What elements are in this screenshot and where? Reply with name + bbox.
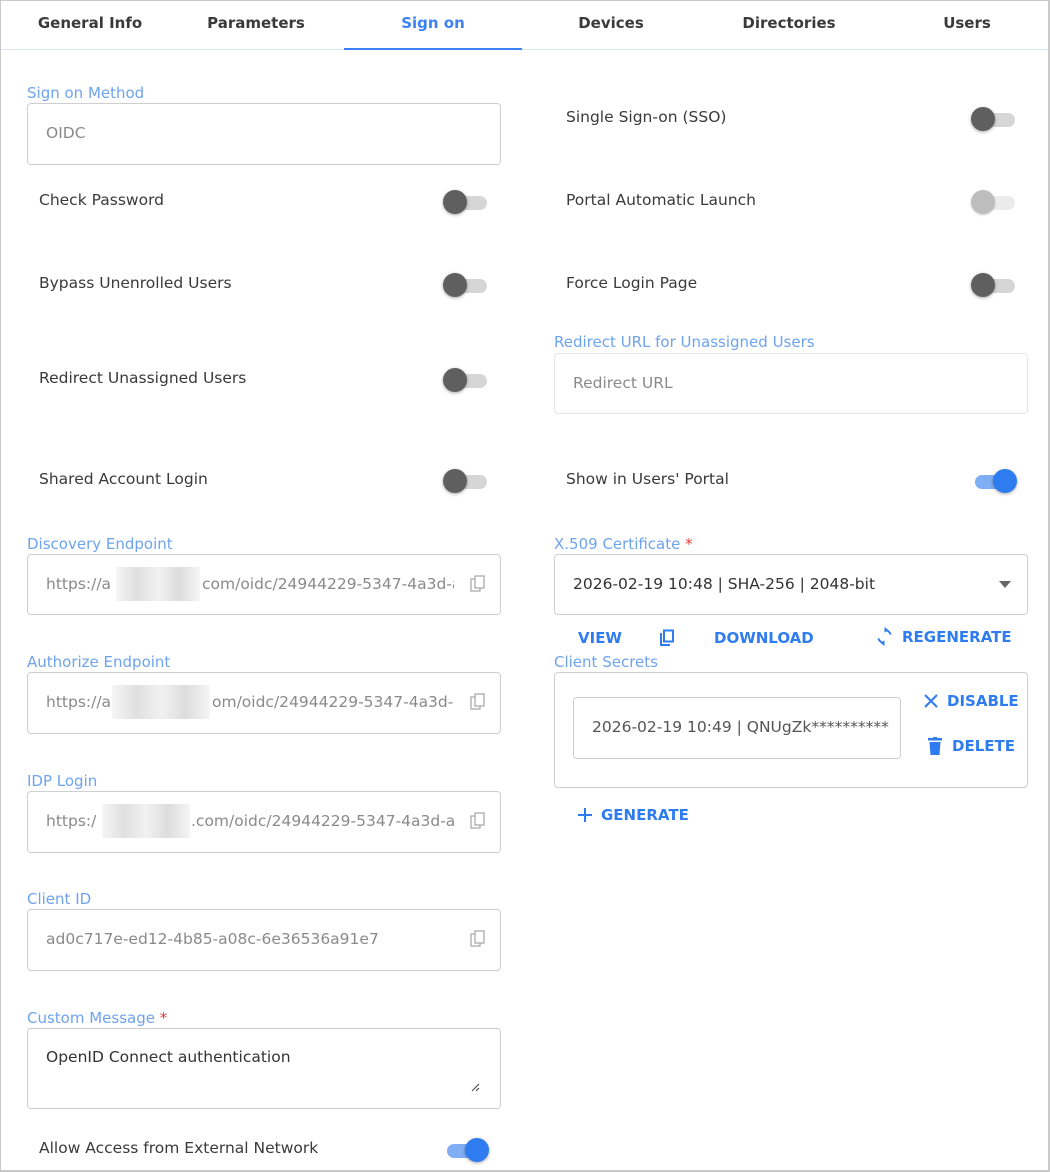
tab-directories[interactable]: Directories: [700, 0, 878, 50]
sign-on-method-field[interactable]: OIDC: [27, 103, 501, 165]
copy-icon[interactable]: [659, 629, 675, 647]
authorize-endpoint-prefix: https://a: [46, 693, 112, 711]
delete-label: DELETE: [952, 737, 1015, 755]
required-mark: *: [159, 1009, 168, 1027]
view-certificate-button[interactable]: VIEW: [578, 629, 622, 647]
portal-auto-launch-label: Portal Automatic Launch: [566, 191, 757, 209]
tab-users[interactable]: Users: [878, 0, 1050, 50]
shared-account-login-toggle[interactable]: [443, 467, 487, 493]
tab-devices[interactable]: Devices: [522, 0, 700, 50]
show-in-portal-label: Show in Users' Portal: [566, 470, 729, 488]
close-icon: [924, 694, 938, 708]
idp-login-prefix: https:/: [46, 812, 97, 830]
custom-message-textarea[interactable]: OpenID Connect authentication: [27, 1028, 501, 1109]
certificate-label-text: X.509 Certificate: [554, 535, 681, 553]
force-login-page-toggle[interactable]: [971, 271, 1015, 297]
disable-secret-button[interactable]: DISABLE: [923, 692, 1019, 710]
sso-toggle[interactable]: [971, 105, 1015, 131]
required-mark: *: [685, 535, 693, 553]
plus-icon: [578, 808, 592, 822]
redirect-url-placeholder: Redirect URL: [573, 374, 673, 392]
generate-secret-button[interactable]: GENERATE: [577, 806, 689, 824]
discovery-endpoint-prefix: https://a: [46, 575, 112, 593]
allow-external-toggle[interactable]: [443, 1136, 489, 1162]
sso-label: Single Sign-on (SSO): [566, 108, 727, 126]
custom-message-label: Custom Message *: [27, 1009, 167, 1027]
idp-login-field[interactable]: https:/ .com/oidc/24944229-5347-4a3d-a3: [27, 791, 501, 853]
tab-bar: General Info Parameters Sign on Devices …: [1, 0, 1047, 50]
copy-icon[interactable]: [470, 693, 486, 711]
redacted-region: [116, 567, 200, 601]
idp-login-suffix: .com/oidc/24944229-5347-4a3d-a3: [191, 812, 454, 830]
resize-handle-icon[interactable]: [470, 1082, 480, 1092]
client-secrets-label: Client Secrets: [554, 653, 658, 671]
trash-icon: [928, 737, 942, 755]
redacted-region: [102, 804, 190, 838]
discovery-endpoint-label: Discovery Endpoint: [27, 535, 173, 553]
authorize-endpoint-suffix: om/oidc/24944229-5347-4a3d-a3: [212, 693, 454, 711]
regenerate-certificate-button[interactable]: REGENERATE: [875, 627, 1012, 646]
client-id-field[interactable]: ad0c717e-ed12-4b85-a08c-6e36536a91e7: [27, 909, 501, 971]
copy-icon[interactable]: [470, 575, 486, 593]
bypass-unenrolled-toggle[interactable]: [443, 271, 487, 297]
custom-message-label-text: Custom Message: [27, 1009, 155, 1027]
redirect-url-label: Redirect URL for Unassigned Users: [554, 333, 815, 351]
download-certificate-button[interactable]: DOWNLOAD: [714, 629, 814, 647]
redirect-url-field[interactable]: Redirect URL: [554, 353, 1028, 414]
discovery-endpoint-field[interactable]: https://a com/oidc/24944229-5347-4a3d-a3: [27, 554, 501, 615]
authorize-endpoint-label: Authorize Endpoint: [27, 653, 171, 671]
delete-secret-button[interactable]: DELETE: [928, 737, 1015, 755]
disable-label: DISABLE: [947, 692, 1019, 710]
sign-on-method-label: Sign on Method: [27, 84, 145, 102]
tab-general-info[interactable]: General Info: [1, 0, 179, 50]
certificate-selected-value: 2026-02-19 10:48 | SHA-256 | 2048-bit: [573, 575, 876, 593]
copy-icon[interactable]: [470, 812, 486, 830]
copy-icon[interactable]: [470, 930, 486, 948]
client-secrets-panel: 2026-02-19 10:49 | QNUgZk********** DISA…: [554, 672, 1028, 788]
redacted-region: [112, 685, 210, 719]
redirect-unassigned-toggle[interactable]: [443, 366, 487, 392]
tab-parameters[interactable]: Parameters: [167, 0, 345, 50]
force-login-page-label: Force Login Page: [566, 274, 698, 292]
certificate-label: X.509 Certificate *: [554, 535, 693, 553]
check-password-label: Check Password: [39, 191, 165, 209]
client-id-value: ad0c717e-ed12-4b85-a08c-6e36536a91e7: [46, 930, 379, 948]
portal-auto-launch-toggle: [971, 188, 1015, 214]
client-secret-value: 2026-02-19 10:49 | QNUgZk**********: [592, 718, 889, 736]
client-secret-field[interactable]: 2026-02-19 10:49 | QNUgZk**********: [573, 697, 901, 759]
certificate-select[interactable]: 2026-02-19 10:48 | SHA-256 | 2048-bit: [554, 554, 1028, 615]
show-in-portal-toggle[interactable]: [971, 467, 1017, 493]
tab-sign-on[interactable]: Sign on: [344, 0, 522, 50]
discovery-endpoint-suffix: com/oidc/24944229-5347-4a3d-a3: [202, 575, 454, 593]
sign-on-method-value: OIDC: [46, 124, 86, 142]
client-id-label: Client ID: [27, 890, 92, 908]
idp-login-label: IDP Login: [27, 772, 98, 790]
regenerate-label: REGENERATE: [902, 627, 1012, 646]
allow-external-label: Allow Access from External Network: [39, 1139, 319, 1157]
custom-message-value: OpenID Connect authentication: [46, 1048, 291, 1066]
bypass-unenrolled-label: Bypass Unenrolled Users: [39, 274, 232, 292]
shared-account-login-label: Shared Account Login: [39, 470, 208, 488]
refresh-icon: [877, 627, 892, 646]
generate-label: GENERATE: [601, 806, 689, 824]
caret-down-icon[interactable]: [999, 581, 1011, 588]
authorize-endpoint-field[interactable]: https://a om/oidc/24944229-5347-4a3d-a3: [27, 672, 501, 734]
redirect-unassigned-label: Redirect Unassigned Users: [39, 369, 247, 387]
check-password-toggle[interactable]: [443, 188, 487, 214]
